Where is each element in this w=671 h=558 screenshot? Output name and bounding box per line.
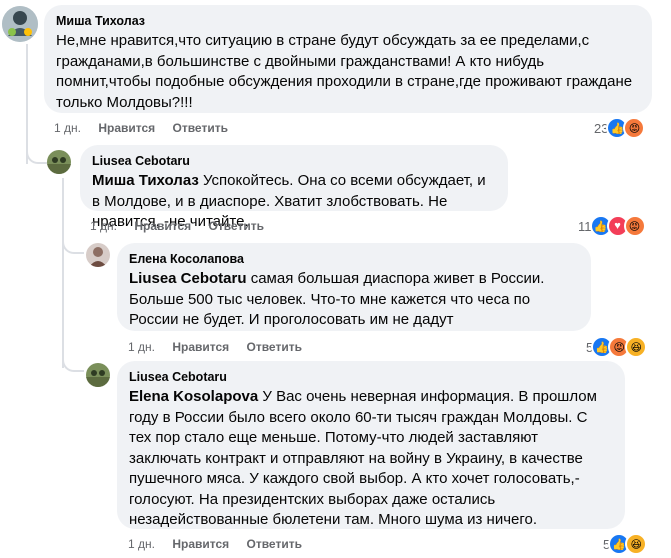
comment-author[interactable]: Liusea Cebotaru xyxy=(92,153,496,169)
comment-time[interactable]: 1 дн. xyxy=(90,219,117,233)
comment-time[interactable]: 1 дн. xyxy=(128,537,155,551)
like-button[interactable]: Нравится xyxy=(172,537,229,551)
reply-button[interactable]: Ответить xyxy=(247,340,302,354)
avatar[interactable] xyxy=(86,363,110,387)
thread-connector xyxy=(26,140,48,164)
comment-bubble: Елена Косолапова Liusea Cebotaru самая б… xyxy=(117,243,591,331)
comment-bubble: Liusea Cebotaru Миша Тихолаз Успокойтесь… xyxy=(80,145,508,230)
comment-text: Liusea Cebotaru самая большая диаспора ж… xyxy=(129,269,579,331)
mention-link[interactable]: Liusea Cebotaru xyxy=(129,270,247,287)
reply-button[interactable]: Ответить xyxy=(173,121,228,135)
reaction-summary[interactable]: 23 👍 😡 xyxy=(594,117,646,139)
comment-body: У Вас очень неверная информация. В прошл… xyxy=(129,388,597,528)
comment-actions: 1 дн. Нравится Ответить xyxy=(128,340,316,354)
like-button[interactable]: Нравится xyxy=(98,121,155,135)
haha-icon: 😆 xyxy=(625,336,648,358)
reply-button[interactable]: Ответить xyxy=(247,537,302,551)
angry-icon: 😡 xyxy=(623,215,646,237)
mention-link[interactable]: Миша Тихолаз xyxy=(92,172,199,189)
reaction-summary[interactable]: 5 👍 😆 xyxy=(603,533,648,555)
comment-actions: 1 дн. Нравится Ответить xyxy=(90,219,278,233)
comment-bubble: Liusea Cebotaru Elena Kosolapova У Вас о… xyxy=(117,361,625,529)
comment-text: Не,мне нравится,что ситуацию в стране бу… xyxy=(56,32,633,111)
comment-author[interactable]: Елена Косолапова xyxy=(129,251,579,267)
comment-bubble: Миша Тихолаз Не,мне нравится,что ситуаци… xyxy=(44,5,652,113)
comment-text: Elena Kosolapova У Вас очень неверная ин… xyxy=(129,387,613,531)
like-button[interactable]: Нравится xyxy=(172,340,229,354)
reply-button[interactable]: Ответить xyxy=(209,219,264,233)
like-button[interactable]: Нравится xyxy=(134,219,191,233)
comment-author[interactable]: Миша Тихолаз xyxy=(56,13,640,29)
comment-time[interactable]: 1 дн. xyxy=(54,121,81,135)
avatar[interactable] xyxy=(47,150,71,174)
haha-icon: 😆 xyxy=(625,533,648,555)
thread-connector xyxy=(62,232,84,254)
mention-link[interactable]: Elena Kosolapova xyxy=(129,388,258,405)
avatar-image-icon xyxy=(86,243,110,267)
comment-actions: 1 дн. Нравится Ответить xyxy=(54,121,242,135)
avatar-image-icon xyxy=(86,363,110,387)
comment-time[interactable]: 1 дн. xyxy=(128,340,155,354)
reaction-summary[interactable]: 5 👍 😡 😆 xyxy=(586,336,648,358)
thread-connector xyxy=(62,350,84,372)
avatar[interactable] xyxy=(86,243,110,267)
reaction-summary[interactable]: 11 👍 ♥ 😡 xyxy=(578,215,646,237)
avatar-image-icon xyxy=(2,6,38,42)
avatar[interactable] xyxy=(2,6,38,42)
comment-actions: 1 дн. Нравится Ответить xyxy=(128,537,316,551)
thread-line xyxy=(62,178,64,368)
avatar-image-icon xyxy=(47,150,71,174)
comment-author[interactable]: Liusea Cebotaru xyxy=(129,369,613,385)
angry-icon: 😡 xyxy=(623,117,646,139)
